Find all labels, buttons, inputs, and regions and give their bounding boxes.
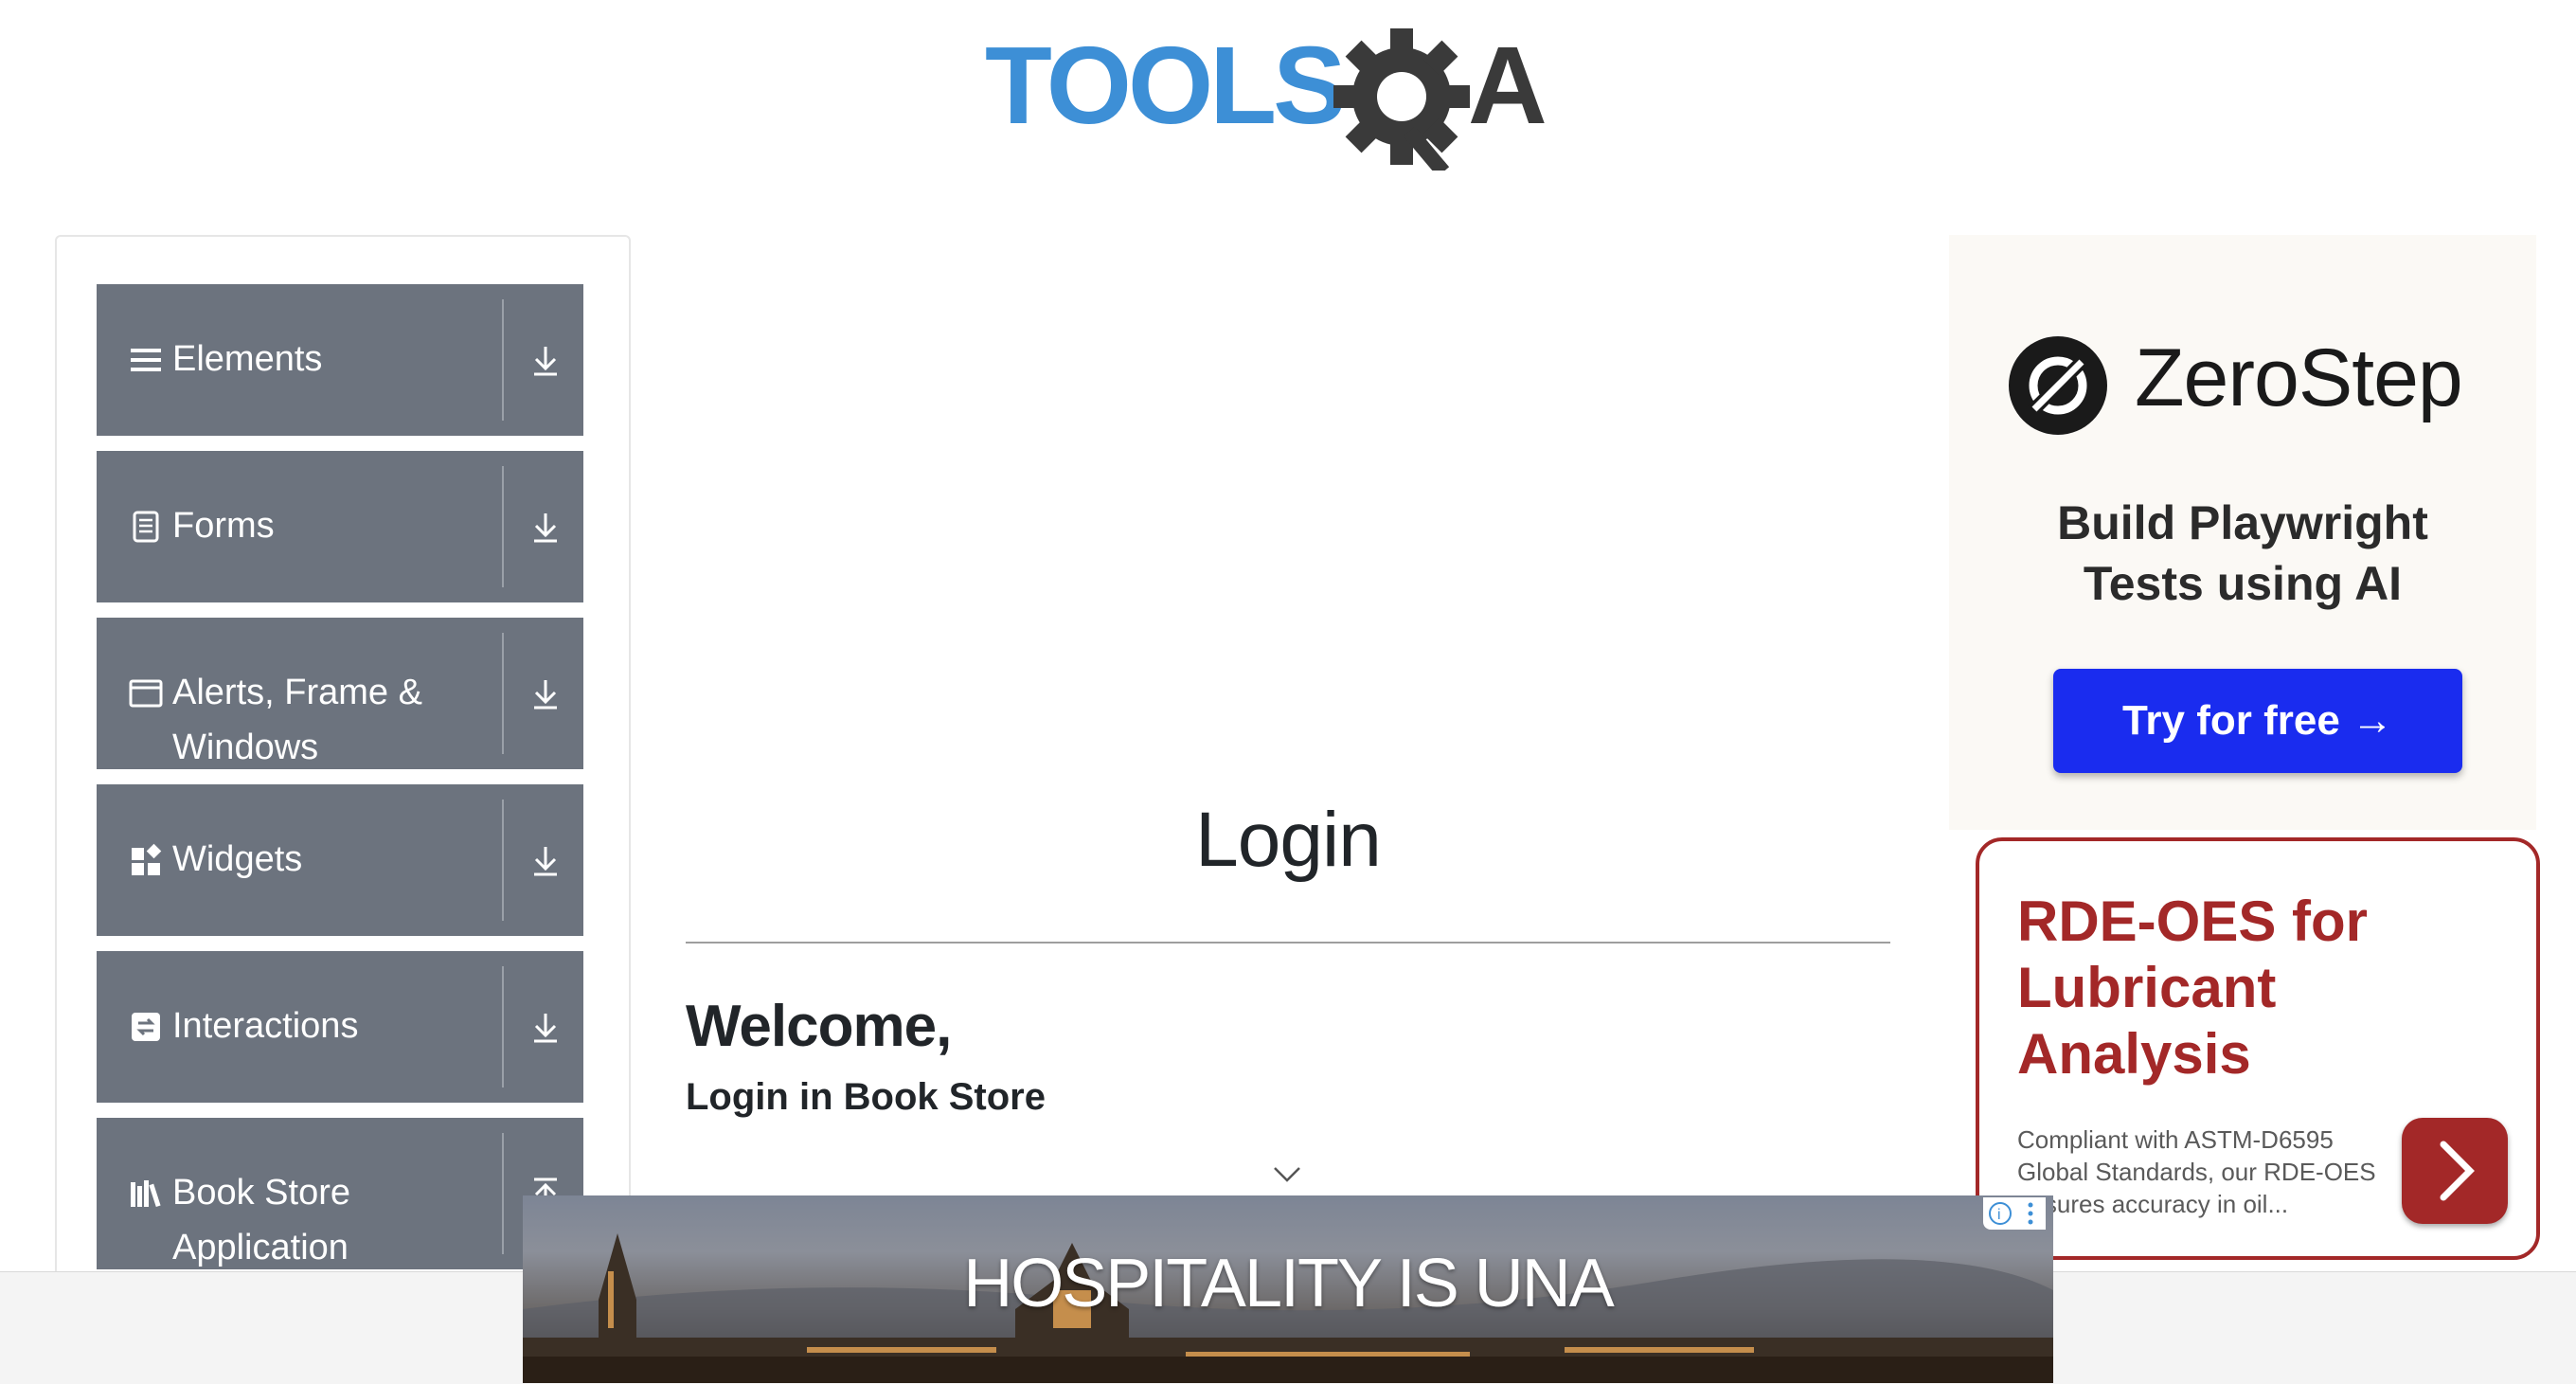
divider bbox=[502, 633, 504, 754]
books-icon bbox=[131, 1180, 161, 1208]
sidebar-group-label: Interactions bbox=[172, 1006, 359, 1046]
info-icon: i bbox=[1989, 1202, 2033, 1225]
sidebar-group-label: Book Store Application bbox=[172, 1173, 350, 1267]
sidebar-group-book-store[interactable]: Book Store Application bbox=[97, 1118, 583, 1269]
ad-body: Compliant with ASTM-D6595 Global Standar… bbox=[2017, 1125, 2376, 1218]
download-arrow-icon[interactable] bbox=[528, 510, 563, 544]
page-title: Login bbox=[1195, 797, 1382, 883]
download-arrow-icon[interactable] bbox=[528, 343, 563, 377]
welcome-subtitle: Login in Book Store bbox=[686, 1076, 1046, 1118]
sidebar-group-label: Alerts, Frame & Windows bbox=[172, 673, 422, 767]
divider bbox=[502, 966, 504, 1087]
toolsqa-logo[interactable]: TOOLS A bbox=[985, 24, 1601, 177]
title-divider bbox=[686, 942, 1890, 944]
ad-title: RDE-OES for Lubricant Analysis bbox=[2017, 890, 2369, 1086]
try-for-free-button[interactable]: Try for free → bbox=[2053, 669, 2462, 773]
hospitality-banner-ad[interactable]: HOSPITALITY IS UNA i bbox=[523, 1195, 2053, 1383]
divider bbox=[502, 466, 504, 587]
divider bbox=[502, 299, 504, 421]
logo-a-text: A bbox=[1468, 28, 1547, 147]
sidebar-group-label: Elements bbox=[172, 339, 323, 379]
rde-oes-ad[interactable]: RDE-OES for Lubricant Analysis Compliant… bbox=[1976, 837, 2540, 1260]
zerostep-ad[interactable]: ZeroStep Build Playwright Tests using AI… bbox=[1949, 235, 2536, 830]
divider bbox=[502, 800, 504, 921]
document-icon bbox=[133, 511, 159, 543]
gear-icon bbox=[1333, 28, 1470, 177]
sidebar-group-elements[interactable]: Elements bbox=[97, 284, 583, 436]
window-icon bbox=[129, 679, 163, 708]
divider bbox=[502, 1133, 504, 1254]
zerostep-logo-icon bbox=[2009, 336, 2107, 435]
welcome-heading: Welcome, bbox=[686, 994, 952, 1059]
sidebar-group-alerts[interactable]: Alerts, Frame & Windows bbox=[97, 618, 583, 769]
tagline-line1: Build Playwright bbox=[2057, 496, 2428, 549]
list-icon bbox=[131, 349, 161, 371]
ad-choices[interactable]: i bbox=[1983, 1197, 2046, 1230]
chevron-down-icon[interactable] bbox=[1273, 1165, 1301, 1184]
sidebar-group-label: Widgets bbox=[172, 839, 303, 879]
download-arrow-icon[interactable] bbox=[528, 676, 563, 710]
svg-text:i: i bbox=[1997, 1207, 2001, 1223]
sidebar-group-widgets[interactable]: Widgets bbox=[97, 784, 583, 936]
zerostep-tagline: Build Playwright Tests using AI bbox=[1949, 493, 2536, 614]
logo-tools-text: TOOLS bbox=[985, 28, 1342, 147]
chevron-right-icon bbox=[2440, 1141, 2475, 1201]
interaction-icon bbox=[132, 1013, 160, 1041]
logo-graphic: TOOLS A bbox=[985, 24, 1547, 177]
zerostep-brand: ZeroStep bbox=[2135, 333, 2463, 423]
download-arrow-icon[interactable] bbox=[528, 843, 563, 877]
sidebar-group-label: Forms bbox=[172, 506, 275, 546]
download-arrow-icon[interactable] bbox=[528, 1010, 563, 1044]
banner-headline: HOSPITALITY IS UNA bbox=[963, 1246, 1615, 1321]
ad-next-button[interactable] bbox=[2402, 1118, 2508, 1224]
widgets-icon bbox=[132, 843, 162, 875]
sidebar-group-forms[interactable]: Forms bbox=[97, 451, 583, 602]
sidebar-group-interactions[interactable]: Interactions bbox=[97, 951, 583, 1103]
tagline-line2: Tests using AI bbox=[2083, 557, 2403, 610]
sidebar: Elements Forms Alerts, Frame & Windows W… bbox=[55, 235, 631, 1281]
